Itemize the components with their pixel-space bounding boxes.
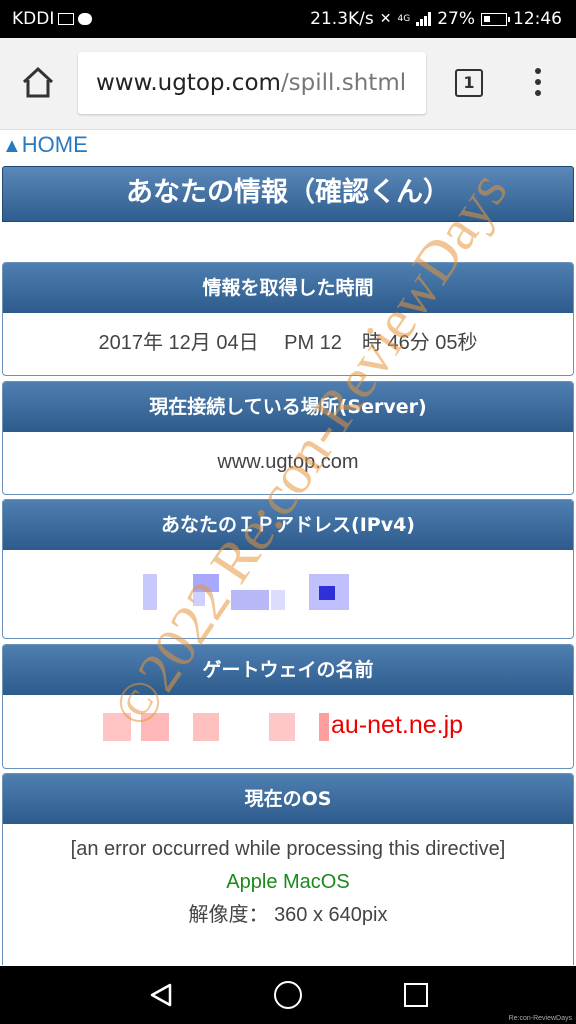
tab-switcher-button[interactable]: 1 xyxy=(455,69,483,97)
page-title: あなたの情報（確認くん） xyxy=(2,166,574,222)
chat-bubble-icon xyxy=(78,13,93,25)
pixelated-block xyxy=(269,713,295,741)
pixelated-block xyxy=(141,713,169,741)
resolution-label: 解像度： xyxy=(188,904,269,926)
recent-apps-button[interactable] xyxy=(404,983,428,1007)
os-card: 現在のOS [an error occurred while processin… xyxy=(2,773,574,965)
nav-home-button[interactable] xyxy=(274,981,302,1009)
home-link[interactable]: ▲HOME xyxy=(2,132,88,158)
pixelated-block xyxy=(319,713,329,741)
pixelated-block xyxy=(193,574,219,592)
menu-dot-icon xyxy=(535,79,541,85)
os-heading: 現在のOS xyxy=(3,774,573,824)
home-link-label: HOME xyxy=(21,132,88,157)
pixelated-block xyxy=(319,586,335,600)
resolution-value: 360 x 640pix xyxy=(274,904,388,926)
network-type-label: 4G xyxy=(397,13,411,24)
gateway-value: au-net.ne.jp xyxy=(3,695,573,767)
web-page: ▲HOME あなたの情報（確認くん） 情報を取得した時間 2017年 12月 0… xyxy=(0,130,576,965)
menu-dot-icon xyxy=(535,90,541,96)
clock-label: 12:46 xyxy=(513,9,562,29)
menu-dot-icon xyxy=(535,68,541,74)
gateway-heading: ゲートウェイの名前 xyxy=(3,645,573,695)
back-button[interactable] xyxy=(148,982,174,1012)
system-nav-bar: Re:con-ReviewDays xyxy=(0,966,576,1024)
browser-toolbar: www.ugtop.com/spill.shtml 1 xyxy=(0,38,576,130)
pixelated-block xyxy=(193,713,219,741)
net-speed-label: 21.3K/s xyxy=(310,9,374,29)
gateway-domain: au-net.ne.jp xyxy=(331,711,464,739)
time-heading: 情報を取得した時間 xyxy=(3,263,573,313)
battery-icon xyxy=(481,12,510,26)
pixelated-block xyxy=(231,590,269,610)
ip-value-pixelated xyxy=(3,550,573,638)
ip-heading: あなたのＩＰアドレス(IPv4) xyxy=(3,500,573,550)
url-host: www.ugtop.com xyxy=(96,70,281,96)
url-path: /spill.shtml xyxy=(280,70,407,96)
carrier-label: KDDI xyxy=(12,9,55,29)
os-body: [an error occurred while processing this… xyxy=(3,824,573,932)
resolution-row: 解像度： 360 x 640pix xyxy=(3,898,573,932)
os-name: Apple MacOS xyxy=(226,871,350,893)
server-value: www.ugtop.com xyxy=(217,451,359,473)
ssi-error-text: [an error occurred while processing this… xyxy=(70,838,506,860)
server-card: 現在接続している場所(Server) www.ugtop.com xyxy=(2,381,574,495)
url-bar[interactable]: www.ugtop.com/spill.shtml xyxy=(78,52,426,114)
pixelated-block xyxy=(193,592,205,606)
overflow-menu-button[interactable] xyxy=(530,68,546,98)
footer-watermark: Re:con-ReviewDays xyxy=(508,1015,572,1022)
mute-icon: ✕ xyxy=(379,11,392,27)
status-bar: KDDI 21.3K/s ✕ 4G 27% 12:46 xyxy=(0,0,576,38)
mail-icon xyxy=(58,13,75,25)
triangle-up-icon: ▲ xyxy=(2,135,22,157)
ip-card: あなたのＩＰアドレス(IPv4) xyxy=(2,499,574,639)
signal-icon xyxy=(416,12,432,26)
battery-percent-label: 27% xyxy=(437,9,475,29)
time-card: 情報を取得した時間 2017年 12月 04日 PM 12 時 46分 05秒 xyxy=(2,262,574,376)
time-value: 2017年 12月 04日 PM 12 時 46分 05秒 xyxy=(98,332,478,354)
home-icon xyxy=(22,66,54,98)
gateway-card: ゲートウェイの名前 au-net.ne.jp xyxy=(2,644,574,769)
pixelated-block xyxy=(271,590,285,610)
back-triangle-icon xyxy=(150,983,172,1007)
pixelated-block xyxy=(103,713,131,741)
home-button[interactable] xyxy=(18,62,58,102)
server-heading: 現在接続している場所(Server) xyxy=(3,382,573,432)
pixelated-block xyxy=(143,574,157,610)
